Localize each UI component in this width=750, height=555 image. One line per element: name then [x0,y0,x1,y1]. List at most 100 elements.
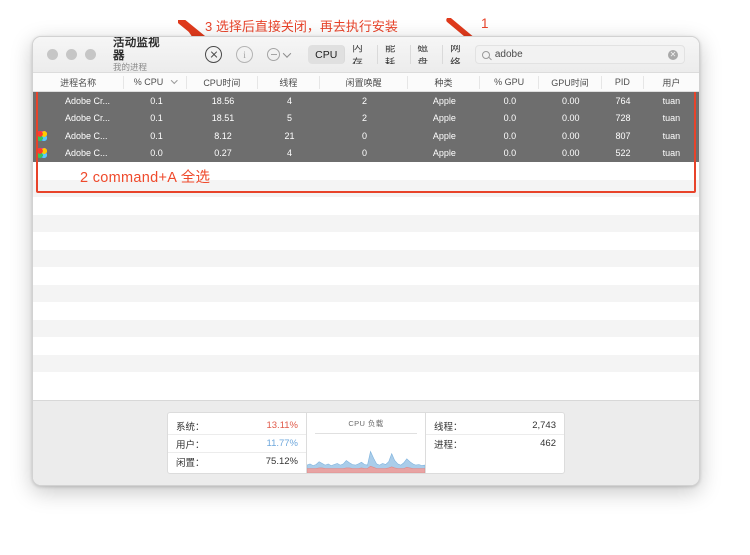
column-header-label: % GPU [494,77,524,87]
inspect-process-button[interactable]: i [236,46,253,63]
column-header-2[interactable]: CPU时间 [187,76,257,89]
cell-% GPU: 0.0 [480,92,539,110]
column-header-label: 线程 [279,76,297,89]
table-row-empty [33,232,699,250]
cell-text: 2 [362,113,367,123]
tab-cpu[interactable]: CPU [308,45,345,64]
update-frequency-button[interactable] [267,48,290,61]
clear-search-button[interactable]: ✕ [668,50,678,60]
minimize-button[interactable] [66,49,77,60]
table-row[interactable]: Adobe Cr...0.118.5152Apple0.00.00728tuan [33,110,699,128]
cell-text: 2 [362,96,367,106]
cell-进程名称: Adobe Cr... [33,110,125,128]
cpu-usage-panel: 系统：13.11%用户：11.77%闲置：75.12% [167,412,307,474]
tab-disk[interactable]: 磁盘 [411,45,444,64]
cell-text: 522 [615,148,630,158]
cell-闲置唤醒: 2 [321,110,408,128]
cell-text: 0.00 [562,131,580,141]
stop-process-button[interactable] [205,46,222,63]
cell-text: 18.51 [212,113,235,123]
resource-tab-bar[interactable]: CPU 内存 能耗 磁盘 网络 [308,45,475,64]
table-row-empty [33,215,699,233]
cell-GPU时间: 0.00 [539,92,602,110]
cell-text: 0.27 [214,148,232,158]
cell-线程: 4 [258,92,321,110]
cpu-stat-label: 系统： [176,419,205,433]
cpu-stat-label: 用户： [176,437,205,451]
cell-% GPU: 0.0 [480,110,539,128]
cell-进程名称: Adobe C... [33,127,125,145]
cell-用户: tuan [644,145,699,163]
cell-text: tuan [663,148,681,158]
column-header-7[interactable]: GPU时间 [539,76,602,89]
search-input-value: adobe [495,49,663,60]
cell-% CPU: 0.1 [125,110,188,128]
cell-text: tuan [663,131,681,141]
tab-energy[interactable]: 能耗 [378,45,411,64]
sort-chevron-down-icon [171,77,177,83]
cell-text: tuan [663,113,681,123]
cell-text: 0 [362,148,367,158]
column-header-label: 用户 [662,76,680,89]
search-input[interactable]: adobe ✕ [475,45,685,64]
table-row[interactable]: Adobe C...0.00.2740Apple0.00.00522tuan [33,145,699,163]
stats-footer: 系统：13.11%用户：11.77%闲置：75.12% CPU 负载 线程：2,… [33,400,699,485]
process-table[interactable]: Adobe Cr...0.118.5642Apple0.00.00764tuan… [33,92,699,402]
cell-text: 0.0 [504,131,517,141]
column-header-label: GPU时间 [551,76,589,89]
activity-monitor-window: 活动监视器 我的进程 i CPU 内存 能耗 磁盘 网络 adobe ✕ 进程名… [32,36,700,486]
cell-闲置唤醒: 0 [321,127,408,145]
search-icon [482,51,490,59]
process-count-panel: 线程：2,743进程：462 [425,412,565,474]
table-row-empty [33,285,699,303]
column-header-label: 种类 [434,76,452,89]
cell-PID: 764 [602,92,644,110]
column-header-3[interactable]: 线程 [258,76,321,89]
cell-text: Adobe Cr... [65,96,110,106]
cell-text: 4 [287,148,292,158]
cell-% CPU: 0.1 [125,127,188,145]
cell-text: Adobe Cr... [65,113,110,123]
column-header-4[interactable]: 闲置唤醒 [320,76,408,89]
app-icon [37,148,47,158]
window-traffic-lights[interactable] [47,49,96,60]
cell-text: 4 [287,96,292,106]
cell-text: 807 [615,131,630,141]
column-header-8[interactable]: PID [602,76,644,89]
cell-CPU时间: 8.12 [188,127,258,145]
table-row-empty [33,372,699,390]
close-button[interactable] [47,49,58,60]
table-row[interactable]: Adobe C...0.18.12210Apple0.00.00807tuan [33,127,699,145]
cell-text: 764 [615,96,630,106]
count-stat-row: 线程： 2,743 [426,417,564,435]
zoom-button[interactable] [85,49,96,60]
cell-text: 0.0 [504,113,517,123]
table-column-headers[interactable]: 进程名称% CPUCPU时间 线程 闲置唤醒 种类 % GPU GPU时间 PID 用户 [33,73,699,92]
count-stat-value: 2,743 [532,420,556,431]
column-header-9[interactable]: 用户 [644,76,699,89]
column-header-0[interactable]: 进程名称 [33,76,124,89]
tab-network[interactable]: 网络 [443,45,475,64]
column-header-5[interactable]: 种类 [408,76,480,89]
toolbar-icon-group: i [205,46,290,63]
cell-text: tuan [663,96,681,106]
table-row[interactable]: Adobe Cr...0.118.5642Apple0.00.00764tuan [33,92,699,110]
cell-text: 0.1 [150,96,163,106]
cell-text: 0.0 [504,148,517,158]
table-row-empty [33,337,699,355]
cell-% CPU: 0.0 [125,145,188,163]
table-row-empty [33,267,699,285]
cell-text: 0.00 [562,96,580,106]
cpu-stat-row: 用户： 11.77% [168,435,306,453]
cpu-stat-row: 闲置：75.12% [168,453,306,470]
cell-text: 21 [284,131,294,141]
cell-PID: 807 [602,127,644,145]
app-icon [37,131,47,141]
tab-memory[interactable]: 内存 [345,45,378,64]
column-header-1[interactable]: % CPU [124,76,187,89]
count-stat-label: 线程： [434,419,463,433]
process-row-list[interactable]: Adobe Cr...0.118.5642Apple0.00.00764tuan… [33,92,699,390]
cell-进程名称: Adobe C... [33,145,125,163]
column-header-6[interactable]: % GPU [480,76,539,89]
cpu-stat-value: 11.77% [266,438,298,449]
